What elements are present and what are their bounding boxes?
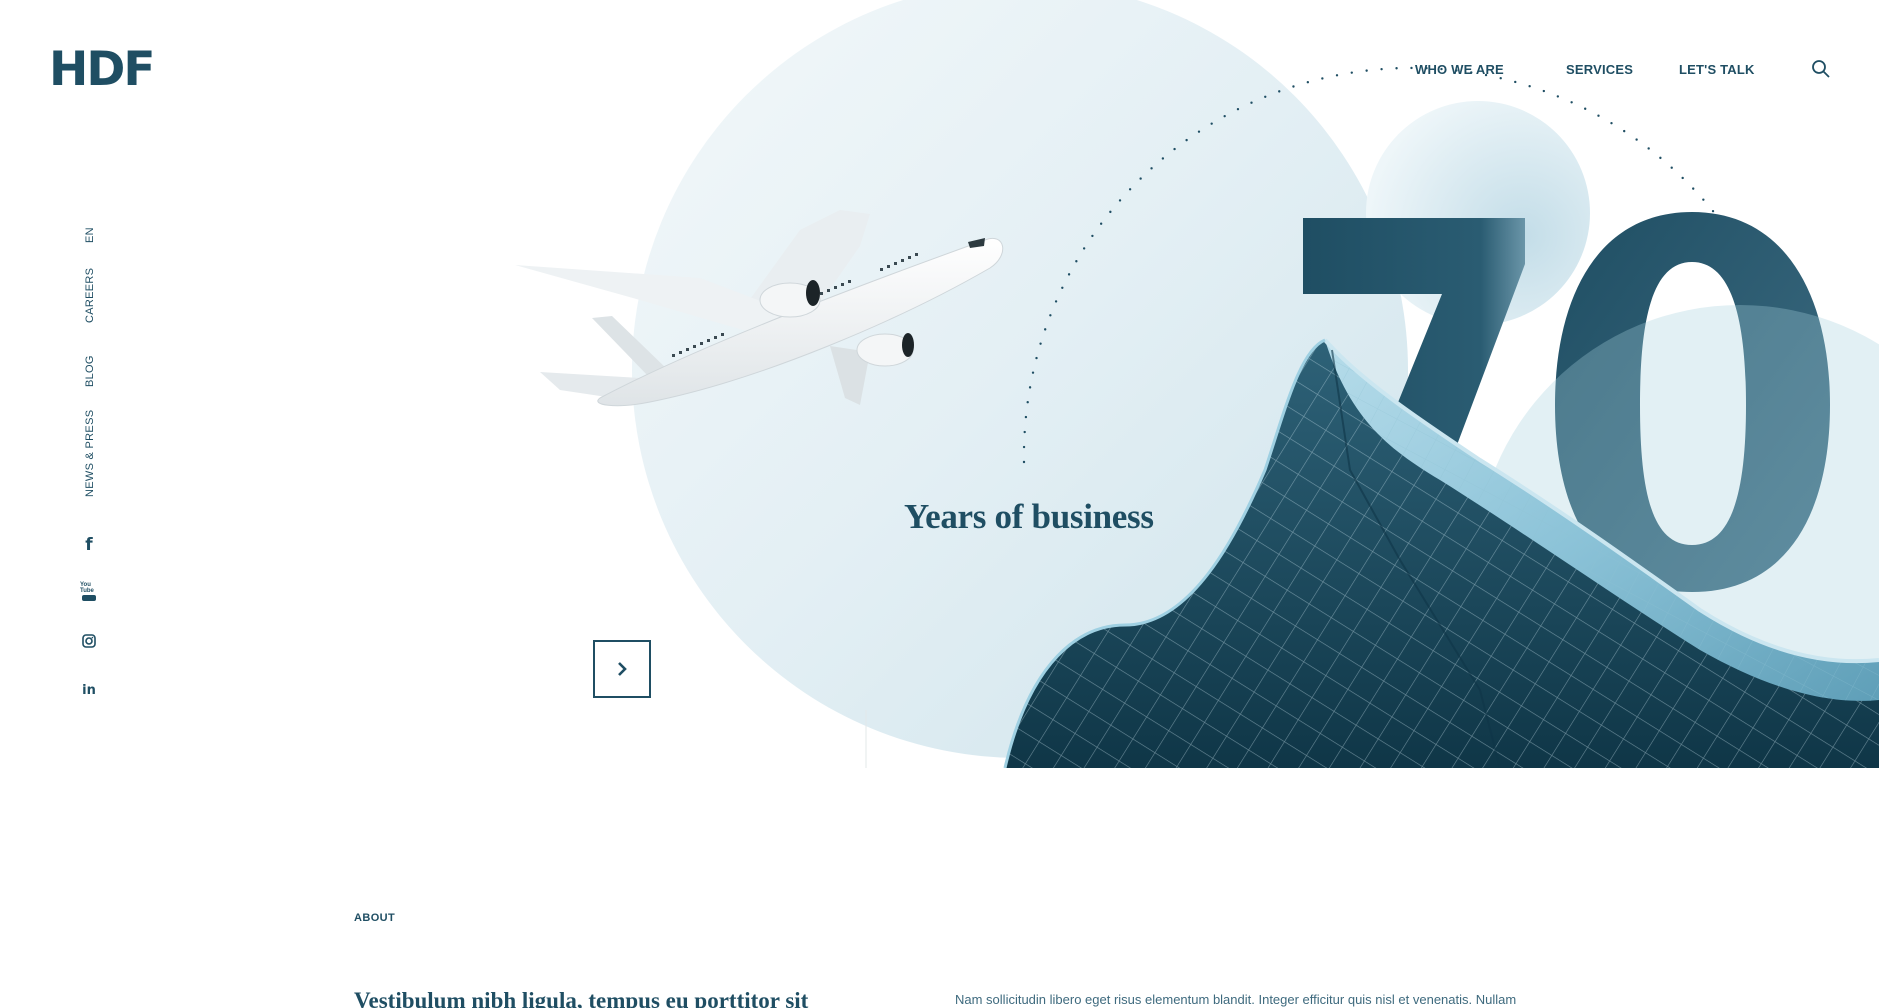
about-heading: Vestibulum nibh ligula, tempus eu portti… (354, 988, 809, 1008)
search-icon (1812, 60, 1830, 78)
instagram-icon[interactable] (80, 632, 98, 650)
about-text: Nam sollicitudin libero eget risus eleme… (955, 992, 1517, 1007)
hero-subtitle: Years of business (904, 497, 1154, 536)
youtube-icon[interactable]: You Tube (80, 582, 98, 601)
next-slide-button[interactable] (593, 640, 651, 698)
about-label: ABOUT (354, 912, 396, 924)
main-nav: WHO WE ARE SERVICES LET'S TALK (0, 62, 1879, 82)
side-links: EN CAREERS BLOG NEWS & PRESS (84, 227, 96, 497)
nav-lets-talk[interactable]: LET'S TALK (1679, 62, 1755, 77)
facebook-icon[interactable]: f (80, 535, 98, 555)
linkedin-icon[interactable]: in (80, 681, 98, 699)
nav-who-we-are[interactable]: WHO WE ARE (1415, 62, 1504, 77)
search-button[interactable] (1810, 58, 1832, 80)
chevron-right-icon (618, 662, 627, 676)
hero-section: Years of business (0, 0, 1879, 768)
nav-services[interactable]: SERVICES (1566, 62, 1633, 77)
hero-artwork (515, 0, 1879, 768)
